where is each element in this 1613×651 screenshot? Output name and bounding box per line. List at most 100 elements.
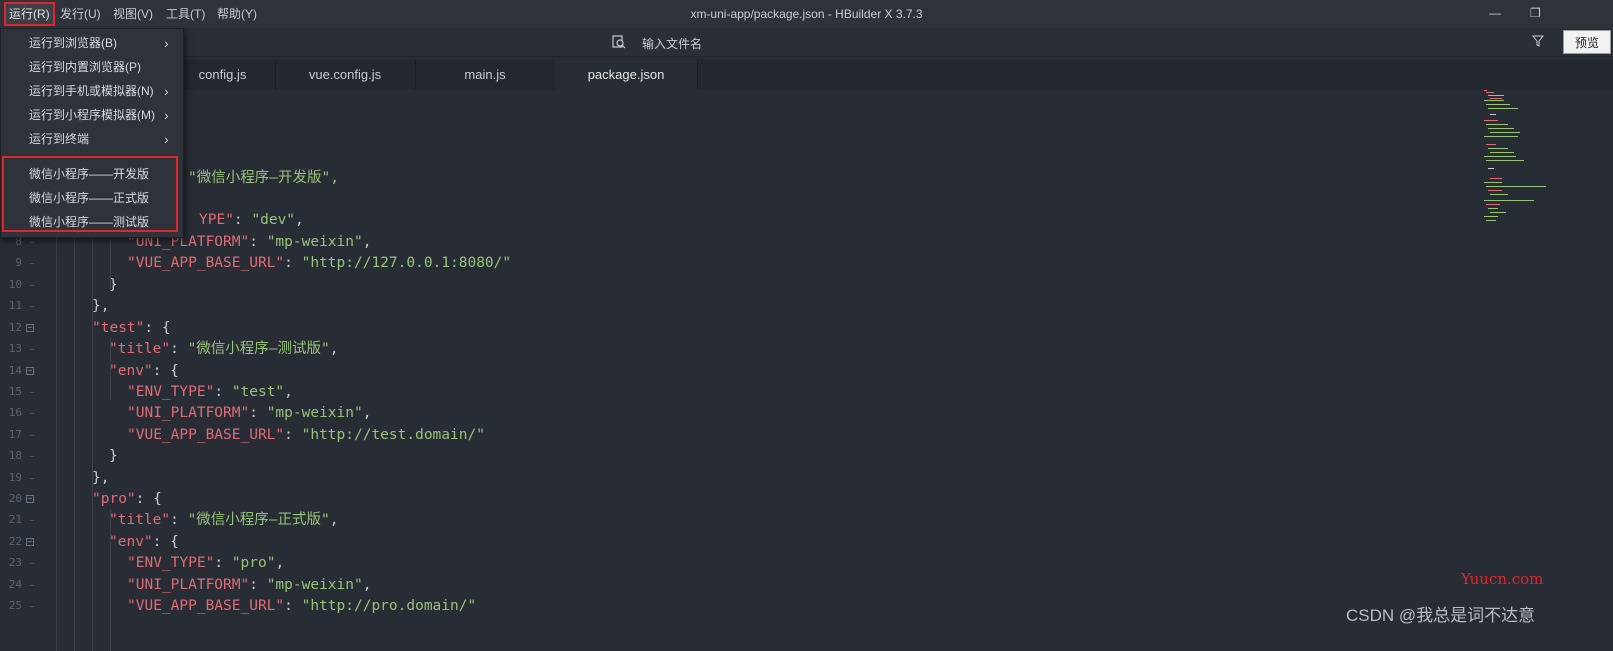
wechat-test-item[interactable]: 微信小程序——测试版 <box>1 210 183 234</box>
indent-guide <box>110 338 111 400</box>
code-key: "pro" <box>92 491 136 507</box>
code-punct: : <box>214 555 232 571</box>
line-number: 17 <box>8 428 22 441</box>
fold-toggle-icon[interactable]: − <box>26 324 34 332</box>
code-key: "UNI_PLATFORM" <box>127 405 250 421</box>
code-line[interactable]: }, <box>92 295 109 317</box>
line-number: 16 <box>8 406 22 419</box>
run-to-phone-item[interactable]: 运行到手机或模拟器(N) › <box>1 79 183 103</box>
code-punct: } <box>109 448 118 464</box>
wechat-prod-item[interactable]: 微信小程序——正式版 <box>1 186 183 210</box>
code-punct: }, <box>92 298 110 314</box>
author-watermark: CSDN @我总是词不达意 <box>1346 606 1536 625</box>
code-line[interactable]: "title": "微信小程序—正式版", <box>109 509 339 531</box>
tab-config-js[interactable]: config.js <box>170 60 276 90</box>
minimize-button[interactable]: — <box>1489 6 1501 20</box>
code-line[interactable]: } <box>109 445 118 467</box>
fold-toggle-icon[interactable]: − <box>26 495 34 503</box>
code-line[interactable]: "ENV_TYPE": "test", <box>127 381 293 403</box>
code-string: "http://127.0.0.1:8080/" <box>301 255 512 271</box>
run-to-browser-item[interactable]: 运行到浏览器(B) › <box>1 31 183 55</box>
code-punct: : <box>170 512 188 528</box>
code-punct: : { <box>135 491 162 507</box>
code-line[interactable]: "pro": { <box>92 488 162 510</box>
minimap-line <box>1484 182 1502 183</box>
fold-toggle-icon[interactable]: − <box>26 367 34 375</box>
menu-item-label: 微信小程序——测试版 <box>29 215 150 229</box>
code-punct: }, <box>92 470 110 486</box>
run-menu-dropdown: 运行到浏览器(B) › 运行到内置浏览器(P) 运行到手机或模拟器(N) › 运行到… <box>0 28 184 238</box>
code-string: "dev" <box>251 212 296 228</box>
code-punct: : <box>249 577 267 593</box>
minimap-line <box>1486 220 1496 221</box>
minimap-line <box>1490 98 1502 99</box>
code-punct: , <box>362 405 372 421</box>
code-line[interactable]: "test": { <box>92 317 171 339</box>
chevron-right-icon: › <box>164 107 169 123</box>
code-key: "VUE_APP_BASE_URL" <box>127 598 285 614</box>
fold-line <box>30 349 34 350</box>
code-punct: , <box>362 577 372 593</box>
code-line[interactable]: "env": { <box>109 360 179 382</box>
filter-icon[interactable] <box>1532 35 1544 47</box>
file-search-input[interactable] <box>640 34 1344 54</box>
line-number: 14 <box>8 364 22 377</box>
preview-button[interactable]: 预览 <box>1563 30 1611 54</box>
menu-item-label: 运行到小程序模拟器(M) <box>29 108 155 122</box>
code-line[interactable]: "UNI_PLATFORM": "mp-weixin", <box>127 574 371 596</box>
code-string: "http://test.domain/" <box>301 427 485 443</box>
menu-item-label: 微信小程序——正式版 <box>29 191 150 205</box>
fold-line <box>30 285 34 286</box>
code-line[interactable]: YPE": "dev", <box>199 209 304 231</box>
code-key: "title" <box>109 341 171 357</box>
minimap-line <box>1486 160 1524 161</box>
code-string: "http://pro.domain/" <box>301 598 477 614</box>
code-punct: : <box>170 341 188 357</box>
line-number: 21 <box>8 513 22 526</box>
tab-package-json[interactable]: package.json <box>555 60 698 90</box>
code-line[interactable]: "env": { <box>109 531 179 553</box>
minimap-line <box>1490 152 1514 153</box>
minimap-line <box>1490 114 1496 115</box>
minimap-line <box>1486 204 1500 205</box>
minimap-line <box>1488 95 1504 96</box>
code-editor[interactable]: 8 9 10 11 12−13 14−15 16 17 18 19 20−21 22−23 24 25 "… <box>0 90 1613 651</box>
restore-button[interactable]: ❐ <box>1530 6 1541 20</box>
code-line[interactable]: "VUE_APP_BASE_URL": "http://127.0.0.1:80… <box>127 252 511 274</box>
tab-vue-config-js[interactable]: vue.config.js <box>275 60 416 90</box>
minimap-line <box>1484 156 1516 157</box>
file-search-icon[interactable] <box>612 35 626 49</box>
code-line[interactable]: }, <box>92 467 109 489</box>
code-line[interactable]: "VUE_APP_BASE_URL": "http://test.domain/… <box>127 424 485 446</box>
fold-line <box>30 563 34 564</box>
line-number: 11 <box>8 299 22 312</box>
fold-line <box>30 456 34 457</box>
minimap[interactable] <box>1480 90 1590 230</box>
fold-line <box>30 413 34 414</box>
line-number: 18 <box>8 449 22 462</box>
code-key: "VUE_APP_BASE_URL" <box>127 255 285 271</box>
code-key: "ENV_TYPE" <box>127 555 215 571</box>
code-line[interactable]: "微信小程序—开发版", <box>188 167 339 189</box>
run-to-miniprogram-item[interactable]: 运行到小程序模拟器(M) › <box>1 103 183 127</box>
fold-line <box>30 263 34 264</box>
wechat-dev-item[interactable]: 微信小程序——开发版 <box>1 162 183 186</box>
menu-item-label: 运行到浏览器(B) <box>29 36 117 50</box>
editor-tabs: config.js vue.config.js main.js package.… <box>0 60 1613 90</box>
indent-guide <box>110 240 111 290</box>
code-punct: , <box>362 234 372 250</box>
fold-toggle-icon[interactable]: − <box>26 538 34 546</box>
code-line[interactable]: "ENV_TYPE": "pro", <box>127 552 284 574</box>
minimap-line <box>1488 128 1514 129</box>
minimap-line <box>1488 148 1508 149</box>
code-line[interactable]: "UNI_PLATFORM": "mp-weixin", <box>127 402 371 424</box>
code-line[interactable]: "VUE_APP_BASE_URL": "http://pro.domain/" <box>127 595 476 617</box>
code-line[interactable]: "title": "微信小程序—测试版", <box>109 338 339 360</box>
minimap-line <box>1488 190 1502 191</box>
run-to-terminal-item[interactable]: 运行到终端 › <box>1 127 183 151</box>
code-punct: : <box>214 384 232 400</box>
tab-main-js[interactable]: main.js <box>415 60 556 90</box>
minimap-line <box>1486 144 1496 145</box>
line-number: 10 <box>8 278 22 291</box>
run-to-builtin-browser-item[interactable]: 运行到内置浏览器(P) <box>1 55 183 79</box>
